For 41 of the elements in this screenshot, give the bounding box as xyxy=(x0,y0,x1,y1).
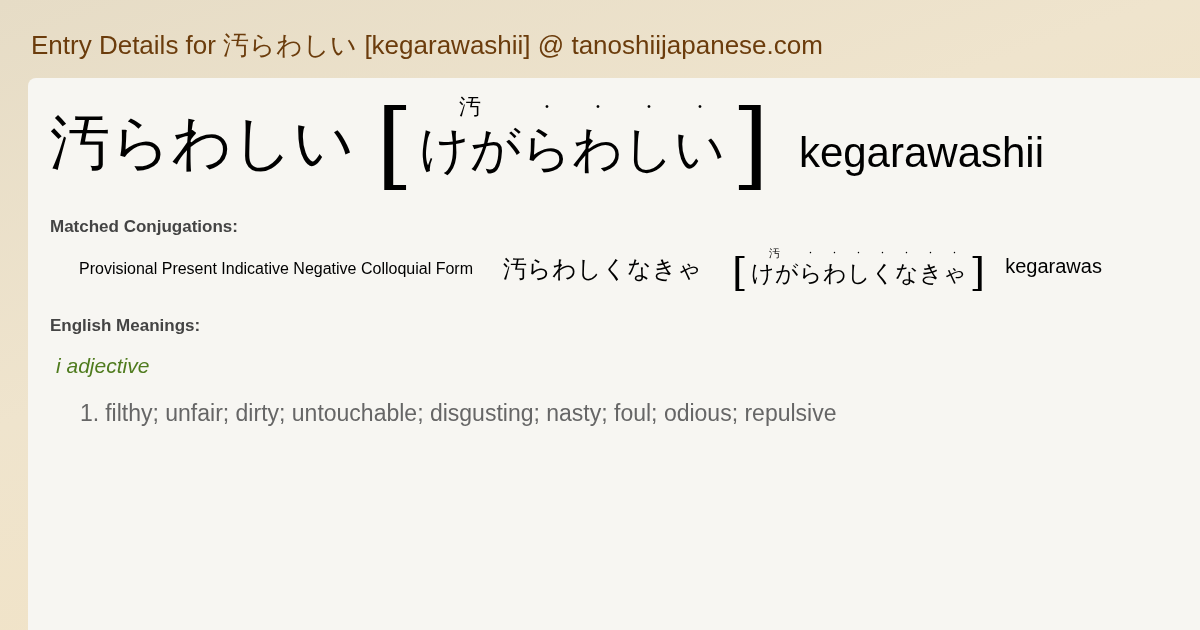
romaji-text: kegarawas xyxy=(1005,253,1102,279)
kana-text: し xyxy=(846,261,871,285)
word-text: 汚らわしい xyxy=(50,112,354,172)
furigana-text: · xyxy=(856,247,861,259)
kana-text: な xyxy=(894,261,919,285)
bracket-text: [ xyxy=(376,96,414,192)
bracket-text: ] xyxy=(731,96,769,192)
section-heading: Matched Conjugations: xyxy=(50,216,239,238)
furigana-text: · xyxy=(880,247,885,259)
part-of-speech: i adjective xyxy=(56,353,151,379)
bracket-text: ] xyxy=(969,250,986,291)
kana-text: ら xyxy=(521,124,573,174)
furigana-text: 汚 xyxy=(459,96,482,118)
kana-text: わ xyxy=(822,261,847,285)
kana-text: く xyxy=(870,261,895,285)
kana-text: い xyxy=(674,124,726,174)
furigana-text: · xyxy=(904,247,909,259)
furigana-text: · xyxy=(696,96,704,118)
meaning-number: 1. xyxy=(80,398,100,428)
furigana-text: · xyxy=(543,96,551,118)
kana-text: わ xyxy=(572,124,624,174)
conjugation-word: 汚らわしくなきゃ xyxy=(502,256,702,281)
furigana-text: 汚 xyxy=(769,247,781,259)
furigana-text: · xyxy=(645,96,653,118)
kana-text: けが xyxy=(419,124,522,174)
bracket-text: [ xyxy=(731,250,748,291)
furigana-text: · xyxy=(928,247,933,259)
furigana-text: · xyxy=(832,247,837,259)
section-heading: English Meanings: xyxy=(50,314,202,337)
kana-text: し xyxy=(623,124,675,174)
kana-text: ら xyxy=(798,261,823,285)
furigana-text: · xyxy=(808,247,813,259)
conjugation-form: Provisional Present Indicative Negative Colloquial Form xyxy=(79,258,473,279)
furigana-text: · xyxy=(952,247,957,259)
kana-text: けが xyxy=(750,261,799,285)
romaji-text: kegarawashii xyxy=(798,132,1045,174)
kana-text: き xyxy=(918,261,943,285)
meaning-text: filthy; unfair; dirty; untouchable; disgusting; nasty; foul; odious; repulsive xyxy=(105,398,837,428)
kana-text: ゃ xyxy=(942,261,967,285)
furigana-text: · xyxy=(594,96,602,118)
page-title: Entry Details for 汚らわしい [kegarawashii] @ tanoshiijapanese.com xyxy=(31,32,824,58)
